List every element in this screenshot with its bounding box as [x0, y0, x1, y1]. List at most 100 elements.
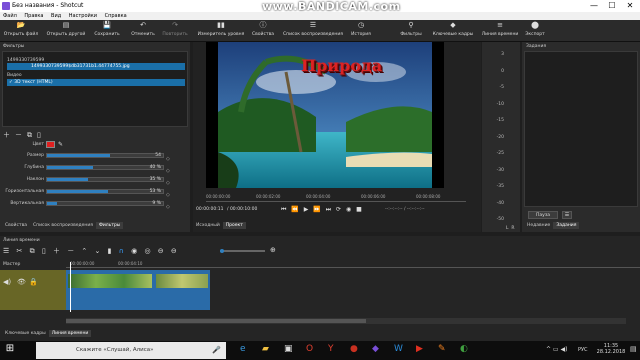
copy-filter-icon[interactable]: ⧉	[27, 131, 32, 139]
store-icon[interactable]: ▣	[284, 344, 296, 356]
tab-jobs[interactable]: Задания	[553, 222, 580, 229]
lock-icon[interactable]: 🔒	[29, 278, 38, 286]
paint-icon[interactable]: ✎	[438, 344, 450, 356]
word-icon[interactable]: W	[394, 344, 406, 356]
add-filter-icon[interactable]: ＋	[3, 131, 10, 139]
shotcut-icon[interactable]: ◆	[372, 344, 384, 356]
ripple-icon[interactable]: ◎	[144, 247, 150, 255]
volume-icon[interactable]: ◉	[346, 206, 351, 213]
player-icon[interactable]: ▶	[416, 344, 428, 356]
paste-icon[interactable]: ▯	[42, 247, 46, 255]
rewind-icon[interactable]: ⏪	[291, 206, 298, 213]
clip-2[interactable]	[154, 270, 210, 310]
zoom-in-icon[interactable]: ⊕	[270, 246, 276, 254]
notifications-icon[interactable]: ▤	[630, 345, 637, 353]
export-button[interactable]: ⬤ Экспорт	[522, 20, 548, 42]
menu-file[interactable]: Файл	[3, 13, 17, 19]
keyframe-icons[interactable]: ◇ ◇ ◇ ◇ ◇	[166, 153, 172, 210]
skip-end-icon[interactable]: ⏭	[326, 206, 331, 213]
tab-recent[interactable]: Недавние	[524, 222, 553, 229]
timeline-button[interactable]: ≡ Линия времени	[480, 20, 520, 42]
zoom-out-icon[interactable]: ⊖	[171, 247, 177, 255]
tab-properties[interactable]: Свойства	[2, 222, 30, 229]
minimize-button[interactable]: —	[586, 1, 602, 11]
filters-button[interactable]: ⚲ Фильтры	[398, 20, 424, 42]
lift-icon[interactable]: ⌃	[81, 247, 87, 255]
microphone-icon[interactable]: 🎤	[212, 342, 221, 359]
paste-filter-icon[interactable]: ▯	[37, 131, 41, 139]
loop-icon[interactable]: ⟳	[336, 206, 341, 213]
tab-timeline[interactable]: Линия времени	[48, 330, 92, 337]
depth-slider[interactable]: 40 %	[46, 165, 164, 170]
remove-icon[interactable]: －	[67, 247, 74, 255]
horizontal-slider[interactable]: 53 %	[46, 189, 164, 194]
pause-button[interactable]: Пауза	[528, 211, 558, 219]
play-icon[interactable]: ▶	[304, 206, 309, 213]
skip-start-icon[interactable]: ⏮	[281, 206, 286, 213]
open-file-button[interactable]: 📂 Открыть файл	[2, 20, 40, 42]
cut-icon[interactable]: ✂	[17, 247, 23, 255]
grid-icon[interactable]: ■	[356, 206, 362, 213]
track-header-v1[interactable]: ◀) 👁 🔒	[0, 270, 66, 310]
fast-forward-icon[interactable]: ⏩	[313, 206, 320, 213]
jobs-menu-icon[interactable]: ☰	[562, 211, 572, 219]
menu-settings[interactable]: Настройки	[69, 13, 97, 19]
timeline-scrollbar[interactable]	[66, 318, 626, 324]
properties-button[interactable]: ⓘ Свойства	[250, 20, 276, 42]
save-button[interactable]: 💾 Сохранить	[92, 20, 122, 42]
size-slider[interactable]: 54	[46, 153, 164, 158]
tab-project[interactable]: Проект	[222, 222, 246, 229]
mute-icon[interactable]: ◀)	[3, 278, 11, 286]
eyedropper-icon[interactable]: ✎	[58, 141, 63, 148]
windows-start-icon[interactable]: ⊞	[2, 343, 18, 358]
ripple-all-icon[interactable]: ⊖	[158, 247, 164, 255]
vertical-slider[interactable]: 9 %	[46, 201, 164, 206]
clock[interactable]: 11:35 28.12.2018	[596, 343, 626, 355]
explorer-icon[interactable]: ▰	[262, 344, 274, 356]
color-swatch[interactable]	[46, 141, 55, 148]
scrub-icon[interactable]: ◉	[131, 247, 137, 255]
scrollbar-thumb[interactable]	[66, 319, 366, 323]
append-icon[interactable]: ＋	[53, 247, 60, 255]
current-position[interactable]: 00:00:00:11	[196, 207, 223, 212]
tilt-slider[interactable]: 35 %	[46, 177, 164, 182]
zoom-slider[interactable]	[220, 249, 265, 253]
opera-icon[interactable]: O	[306, 344, 318, 356]
history-button[interactable]: ◷ История	[348, 20, 374, 42]
menu-help[interactable]: Справка	[105, 13, 127, 19]
undo-button[interactable]: ↶ Отменить	[128, 20, 158, 42]
open-other-button[interactable]: ▤ Открыть другой	[44, 20, 88, 42]
redo-button[interactable]: ↷ Повторить	[160, 20, 190, 42]
hide-icon[interactable]: 👁	[17, 278, 26, 286]
menu-view[interactable]: Вид	[51, 13, 61, 19]
yandex-icon[interactable]: Y	[328, 344, 340, 356]
copy-icon[interactable]: ⧉	[30, 247, 35, 255]
maximize-button[interactable]: ☐	[604, 1, 620, 11]
language-indicator[interactable]: РУС	[578, 347, 588, 353]
tab-source[interactable]: Исходный	[193, 222, 223, 229]
tab-playlist[interactable]: Список воспроизведения	[30, 222, 96, 229]
app-icon-extra[interactable]: ◐	[460, 344, 472, 356]
audio-meter-button[interactable]: ▮▮ Измеритель уровня	[196, 20, 246, 42]
split-icon[interactable]: ▮	[108, 247, 112, 255]
keyframes-button[interactable]: ◆ Ключевые кадры	[430, 20, 476, 42]
remove-filter-icon[interactable]: －	[15, 131, 22, 139]
viewer-ruler[interactable]: 00:00:00:00 00:00:02:00 00:00:04:00 00:0…	[206, 192, 466, 202]
snap-icon[interactable]: ∩	[119, 247, 124, 255]
tab-filters[interactable]: Фильтры	[96, 222, 124, 229]
edge-icon[interactable]: e	[240, 344, 252, 356]
video-frame[interactable]: Природа	[206, 42, 444, 188]
playlist-button[interactable]: ☰ Список воспроизведения	[280, 20, 346, 42]
overwrite-icon[interactable]: ⌄	[95, 247, 101, 255]
timeline-menu-icon[interactable]: ☰	[3, 247, 9, 255]
bandicam-icon[interactable]: ●	[350, 344, 362, 356]
tab-keyframes[interactable]: Ключевые кадры	[2, 330, 49, 337]
filter-item[interactable]: ✓ 3D текст (HTML)	[7, 79, 185, 86]
menu-edit[interactable]: Правка	[24, 13, 43, 19]
playhead[interactable]	[70, 262, 71, 312]
timeline-ruler[interactable]: 00:00:00:00 00:00:04:10	[66, 260, 640, 268]
search-box[interactable]: Скажите «Слушай, Алиса» 🎤	[36, 342, 226, 359]
clip-1[interactable]	[66, 270, 154, 310]
zoom-handle[interactable]	[220, 249, 224, 253]
close-button[interactable]: ✕	[622, 1, 638, 11]
